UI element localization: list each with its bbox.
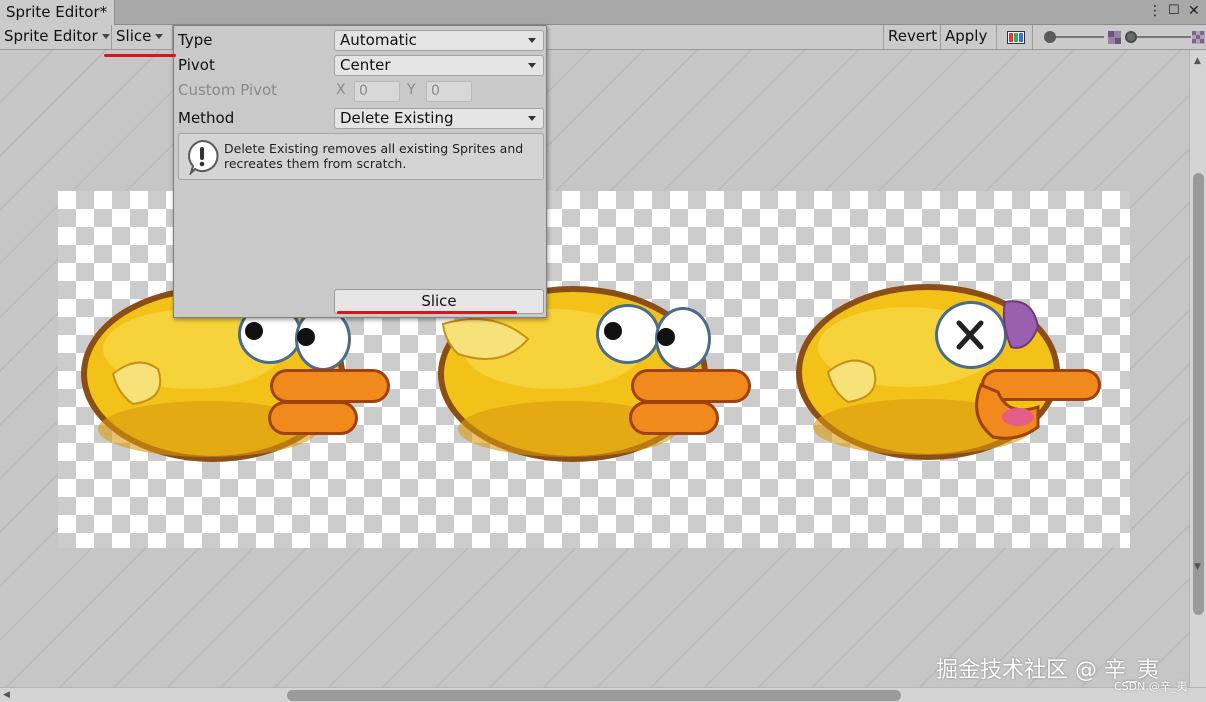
annotation-underline-slice-button — [337, 311, 517, 314]
pivot-y-label: Y — [407, 82, 416, 98]
vertical-scrollbar[interactable]: ▲ ▼ — [1189, 50, 1206, 687]
vertical-scroll-thumb[interactable] — [1193, 173, 1204, 615]
pivot-y-field[interactable]: 0 — [426, 81, 472, 102]
custom-pivot-label: Custom Pivot — [178, 81, 278, 99]
pivot-x-field[interactable]: 0 — [354, 81, 400, 102]
revert-label: Revert — [888, 27, 938, 45]
help-box: Delete Existing removes all existing Spr… — [178, 133, 544, 180]
watermark-csdn: CSDN @辛_夷 — [1114, 680, 1188, 693]
close-icon[interactable]: ✕ — [1188, 3, 1200, 19]
window-tab[interactable]: Sprite Editor* — [0, 0, 116, 25]
pivot-dropdown[interactable]: Center — [334, 55, 544, 76]
help-text: Delete Existing removes all existing Spr… — [224, 141, 524, 171]
more-vertical-icon[interactable]: ⋮ — [1148, 3, 1162, 19]
revert-button[interactable]: Revert — [883, 25, 941, 49]
pivot-value: Center — [340, 56, 391, 74]
type-label: Type — [178, 31, 213, 49]
mip-slider-thumb[interactable] — [1125, 31, 1137, 43]
method-label: Method — [178, 109, 235, 127]
method-value: Delete Existing — [340, 109, 454, 127]
scroll-left-icon[interactable]: ◀ — [3, 690, 10, 700]
maximize-icon[interactable]: ☐ — [1168, 3, 1180, 18]
apply-label: Apply — [945, 27, 988, 45]
scroll-up-icon[interactable]: ▲ — [1194, 56, 1201, 66]
slice-menu[interactable]: Slice — [112, 25, 173, 49]
scroll-down-icon[interactable]: ▼ — [1194, 562, 1201, 572]
window-tab-bar: Sprite Editor* ⋮ ☐ ✕ — [0, 0, 1206, 25]
zoom-slider[interactable] — [1044, 31, 1106, 44]
horizontal-scroll-thumb[interactable] — [287, 690, 901, 701]
mip-slider[interactable] — [1125, 31, 1191, 44]
bird-sprite-3-dazed[interactable] — [793, 277, 1113, 467]
apply-button[interactable]: Apply — [941, 25, 997, 49]
mode-dropdown[interactable]: Sprite Editor — [0, 25, 112, 49]
zoom-slider-track — [1050, 36, 1104, 38]
annotation-underline-slice-menu — [104, 54, 176, 57]
slice-popup: Type Automatic Pivot Center Custom Pivot… — [173, 25, 547, 318]
horizontal-scrollbar[interactable]: ◀ — [0, 687, 1206, 702]
type-dropdown[interactable]: Automatic — [334, 30, 544, 51]
pivot-x-label: X — [336, 82, 346, 98]
chevron-down-icon — [101, 34, 110, 39]
slice-menu-label: Slice — [116, 27, 152, 45]
chevron-down-icon — [528, 38, 536, 43]
type-value: Automatic — [340, 31, 417, 49]
chevron-down-icon — [528, 116, 536, 121]
pivot-label: Pivot — [178, 56, 215, 74]
mip-slider-track — [1131, 36, 1191, 38]
zoom-slider-thumb[interactable] — [1044, 31, 1056, 43]
color-channels-icon — [1007, 31, 1025, 44]
color-channels-button[interactable] — [997, 25, 1033, 49]
method-dropdown[interactable]: Delete Existing — [334, 108, 544, 129]
chevron-down-icon — [155, 34, 164, 39]
window-tab-title: Sprite Editor* — [6, 3, 108, 21]
mode-dropdown-label: Sprite Editor — [4, 27, 98, 45]
chevron-down-icon — [528, 63, 536, 68]
warning-info-icon — [188, 139, 219, 175]
texture-small-icon — [1108, 31, 1121, 44]
texture-mip-icon — [1192, 31, 1205, 44]
